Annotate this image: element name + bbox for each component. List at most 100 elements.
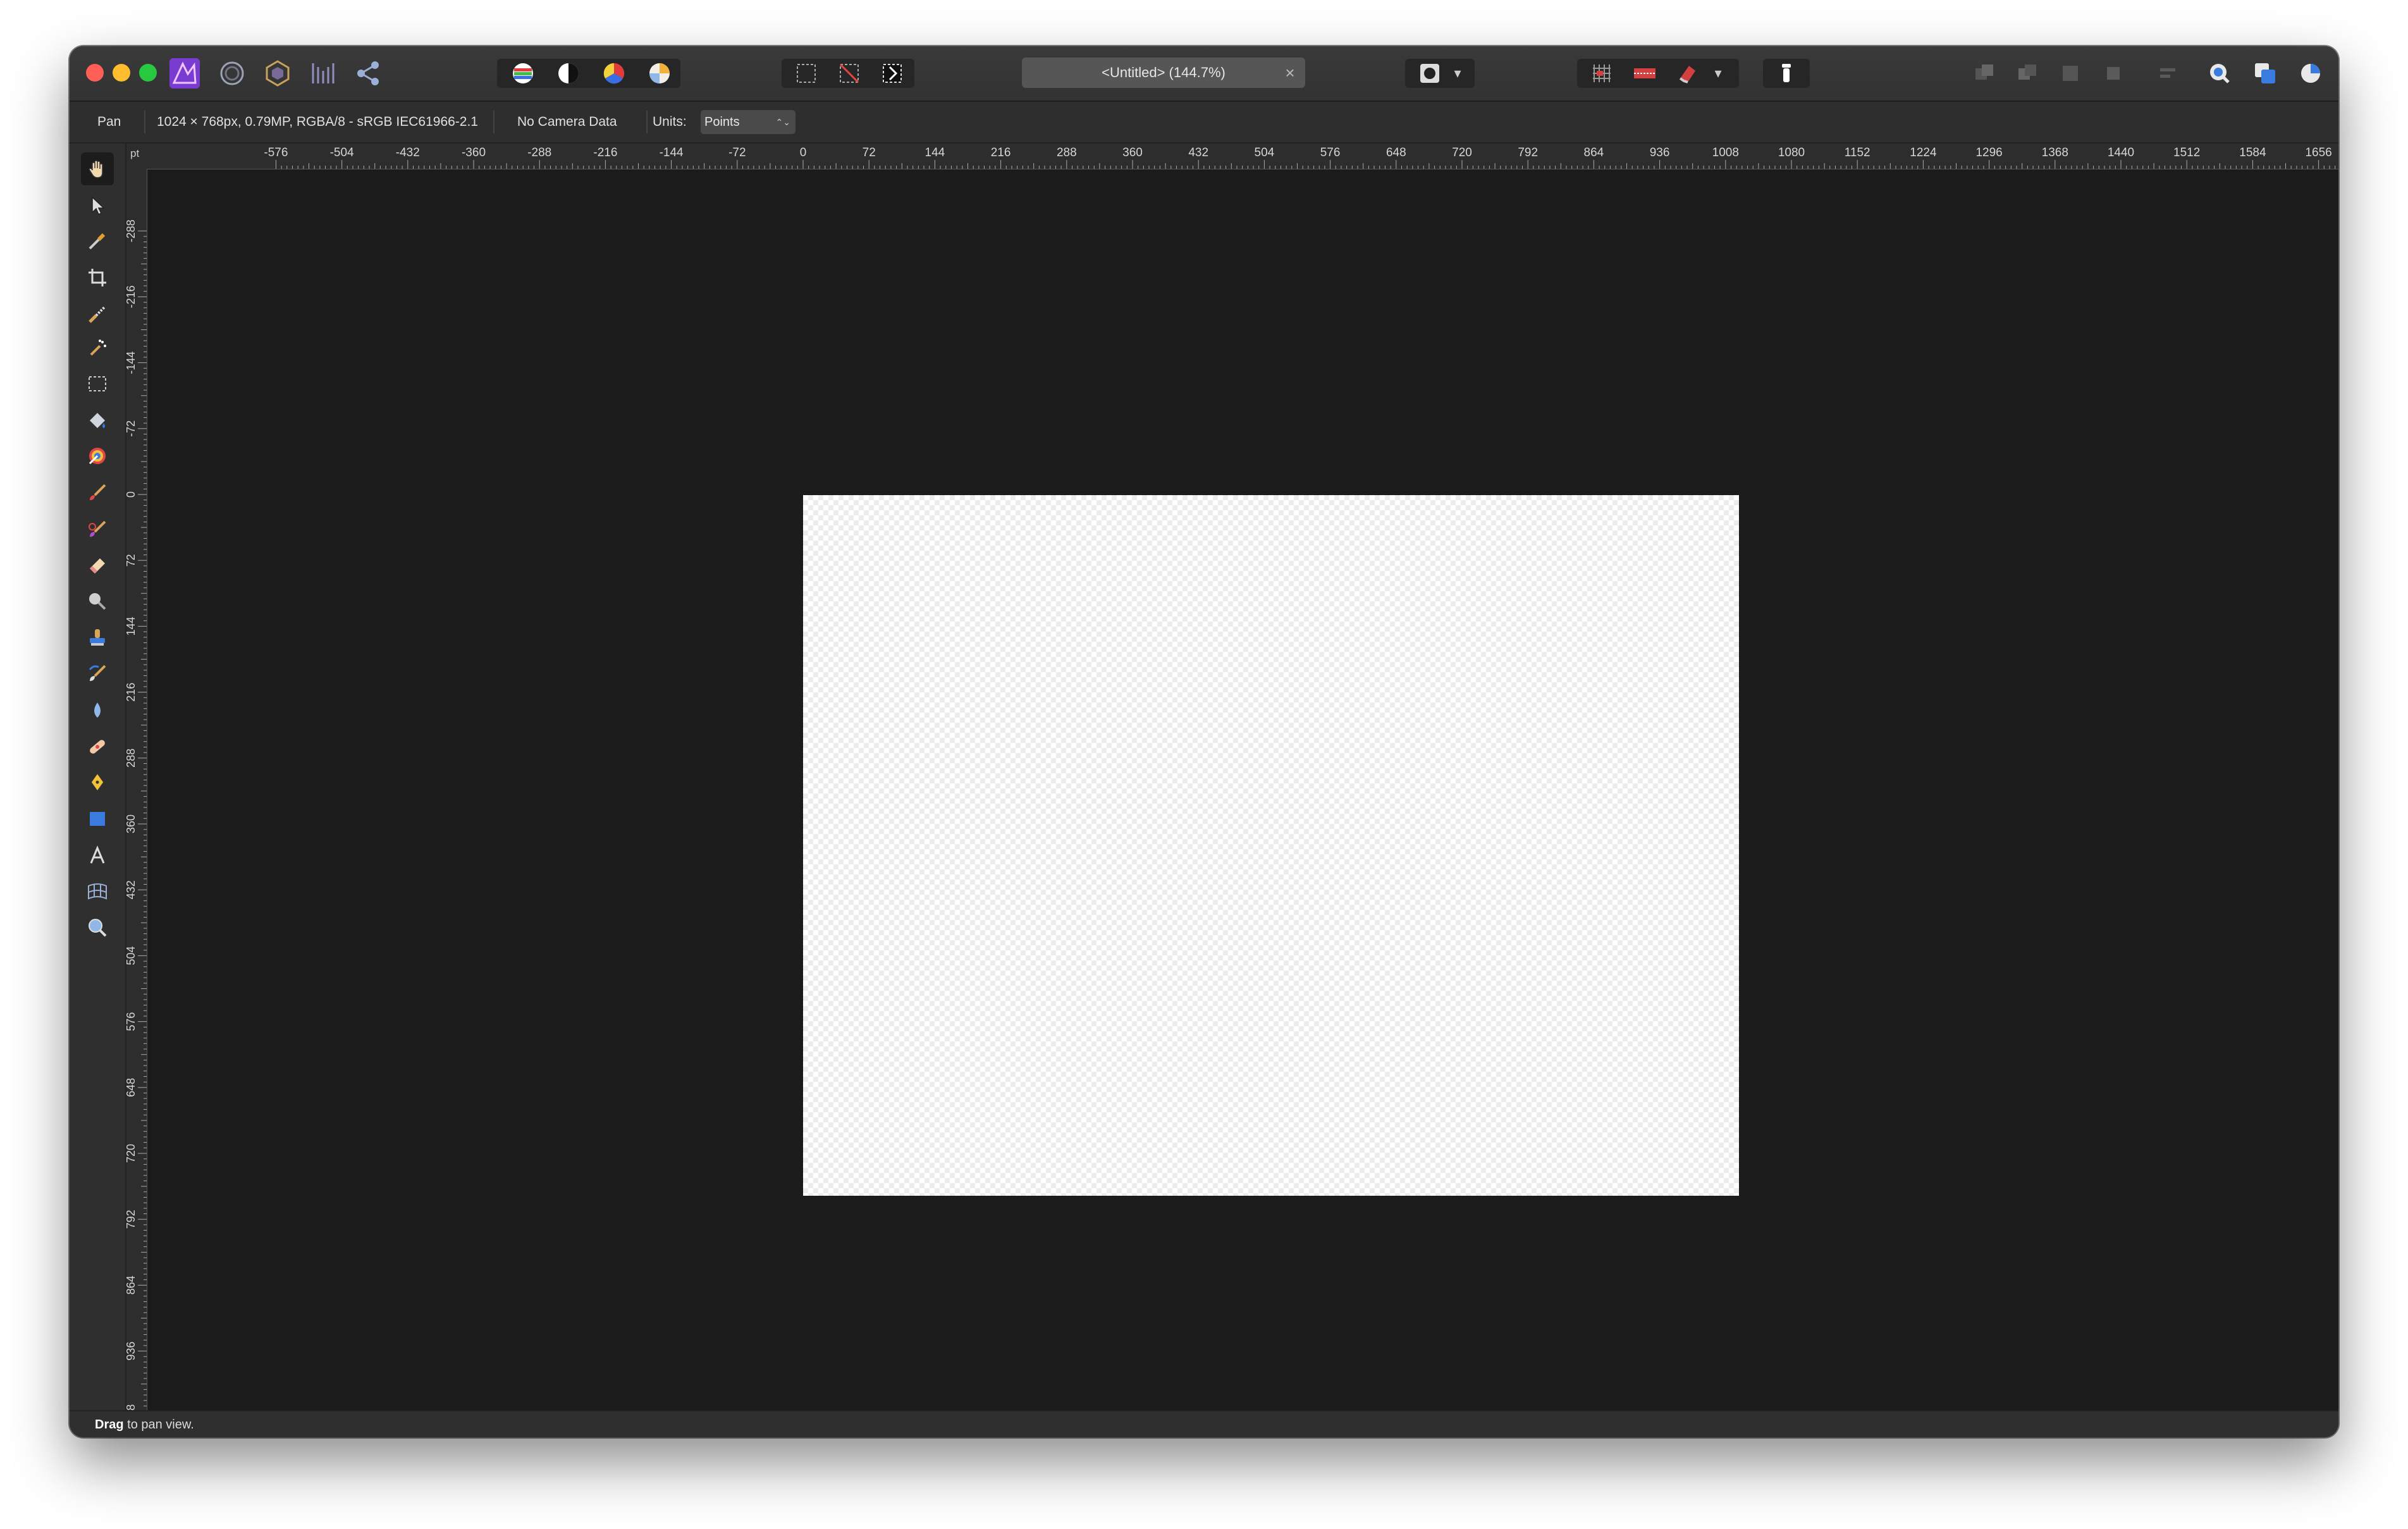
align-icon[interactable]: [2150, 58, 2185, 89]
selection-brush-tool[interactable]: [81, 298, 114, 331]
main-toolbar: <Untitled> (144.7%) × ▾ ▾: [70, 46, 2338, 102]
flood-select-tool[interactable]: [81, 332, 114, 365]
move-to-back-icon[interactable]: [1967, 58, 2002, 89]
zoom-tool[interactable]: [81, 911, 114, 944]
add-layer-icon[interactable]: [2293, 58, 2328, 89]
liquify-persona-icon[interactable]: [216, 58, 248, 89]
clone-brush-tool[interactable]: [81, 622, 114, 654]
duplicate-layer-icon[interactable]: [2247, 58, 2283, 89]
auto-white-balance-icon[interactable]: [642, 58, 677, 89]
auto-colour-icon[interactable]: [597, 58, 631, 89]
deselect-icon[interactable]: [832, 58, 866, 89]
ruler-label: 1440: [2108, 146, 2134, 159]
move-tool[interactable]: [81, 189, 114, 222]
ruler-label: 216: [125, 683, 137, 702]
snapping-magnet-icon[interactable]: [1671, 58, 1705, 89]
blur-brush-tool[interactable]: [81, 694, 114, 727]
hand-tool[interactable]: [81, 152, 114, 185]
pen-tool[interactable]: [81, 766, 114, 799]
ruler-label: -360: [462, 146, 486, 159]
erase-brush-tool[interactable]: [81, 548, 114, 581]
ruler-label: -288: [125, 219, 137, 242]
window-close-button[interactable]: [86, 64, 104, 82]
color-picker-tool[interactable]: [81, 224, 114, 257]
selection-mode-icon[interactable]: [789, 58, 823, 89]
horizontal-ruler[interactable]: -576 -504 -432 -360 -288 -216 -144 -72 0 72 144 216…: [147, 144, 2338, 169]
ruler-label: 1584: [2239, 146, 2266, 159]
crop-tool[interactable]: [81, 261, 114, 294]
gradient-tool-icon: [89, 448, 106, 465]
close-document-icon[interactable]: ×: [1280, 63, 1300, 83]
ruler-label: -72: [125, 421, 137, 437]
ruler-label: 0: [125, 491, 137, 498]
photo-persona-icon[interactable]: [168, 58, 201, 89]
ruler-corner[interactable]: pt: [125, 144, 147, 169]
ruler-label: 576: [125, 1012, 137, 1031]
ruler-label: 1008: [1712, 146, 1739, 159]
snapping-dropdown-arrow[interactable]: ▾: [1709, 58, 1728, 89]
camera-data-label: No Camera Data: [517, 114, 617, 129]
flood-select-tool-icon: [90, 340, 106, 356]
undo-brush-tool[interactable]: [81, 657, 114, 690]
color-replacement-tool-icon: [89, 520, 106, 537]
mesh-warp-tool[interactable]: [81, 875, 114, 907]
ruler-label: 360: [125, 814, 137, 833]
guides-icon[interactable]: [1628, 58, 1662, 89]
healing-brush-tool[interactable]: [81, 730, 114, 763]
vertical-ruler[interactable]: -288 -216 -144 -72 0 72 144 216 288 360 432 504 576 6…: [125, 169, 147, 1420]
ruler-label: 504: [125, 946, 137, 965]
color-replacement-tool[interactable]: [81, 513, 114, 546]
ruler-label: 288: [125, 749, 137, 768]
document-canvas-transparent[interactable]: [803, 495, 1739, 1196]
canvas-view[interactable]: [147, 169, 2338, 1420]
ruler-label: 648: [1386, 146, 1406, 159]
assistant-icon[interactable]: [1771, 58, 1802, 89]
context-toolbar: Pan 1024 × 768px, 0.79MP, RGBA/8 - sRGB …: [70, 102, 2338, 144]
gradient-tool[interactable]: [81, 439, 114, 472]
auto-contrast-icon[interactable]: [551, 58, 586, 89]
ruler-label: 1368: [2042, 146, 2068, 159]
flood-fill-tool[interactable]: [81, 404, 114, 437]
move-forward-one-icon[interactable]: [2053, 58, 2088, 89]
move-back-one-icon[interactable]: [2010, 58, 2045, 89]
app-window: <Untitled> (144.7%) × ▾ ▾ Pan 1024 × 768…: [70, 46, 2338, 1437]
ruler-label: 1224: [1910, 146, 1937, 159]
ruler-label: 72: [125, 554, 137, 567]
window-maximize-button[interactable]: [139, 64, 157, 82]
move-to-front-icon[interactable]: [2096, 58, 2131, 89]
ruler-label: 648: [125, 1078, 137, 1097]
invert-selection-icon[interactable]: [875, 58, 909, 89]
ruler-label: 1656: [2305, 146, 2331, 159]
ruler-label: 144: [125, 617, 137, 636]
quick-mask-dropdown-arrow[interactable]: ▾: [1448, 58, 1467, 89]
rectangle-tool[interactable]: [81, 802, 114, 835]
ruler-label: 504: [1255, 146, 1275, 159]
auto-levels-icon[interactable]: [506, 58, 540, 89]
color-picker-tool-icon: [89, 233, 106, 250]
quick-mask-icon[interactable]: [1414, 58, 1446, 89]
erase-brush-tool-icon: [90, 558, 105, 574]
export-persona-icon[interactable]: [353, 58, 384, 89]
context-divider: [144, 111, 145, 133]
studio-chat-icon[interactable]: [2202, 58, 2237, 89]
ruler-label: -216: [593, 146, 617, 159]
rectangular-marquee-tool[interactable]: [81, 367, 114, 400]
dodge-brush-tool[interactable]: [81, 585, 114, 618]
healing-brush-tool-icon: [90, 740, 105, 754]
develop-persona-icon[interactable]: [262, 58, 293, 89]
dodge-brush-tool-icon: [89, 593, 106, 610]
ruler-label: 72: [863, 146, 876, 159]
flood-fill-tool-icon: [90, 413, 105, 428]
document-tab[interactable]: <Untitled> (144.7%) ×: [1022, 58, 1305, 88]
text-tool[interactable]: [81, 839, 114, 872]
status-hint: Drag to pan view.: [95, 1411, 194, 1437]
ruler-label: -576: [264, 146, 288, 159]
units-select[interactable]: Points ⌃⌄: [701, 110, 796, 134]
tone-mapping-persona-icon[interactable]: [307, 58, 339, 89]
ruler-label: -144: [660, 146, 684, 159]
text-tool-icon: [90, 845, 105, 864]
grid-icon[interactable]: [1585, 58, 1619, 89]
paint-brush-tool[interactable]: [81, 476, 114, 509]
window-minimize-button[interactable]: [113, 64, 130, 82]
ruler-label: 720: [1452, 146, 1472, 159]
